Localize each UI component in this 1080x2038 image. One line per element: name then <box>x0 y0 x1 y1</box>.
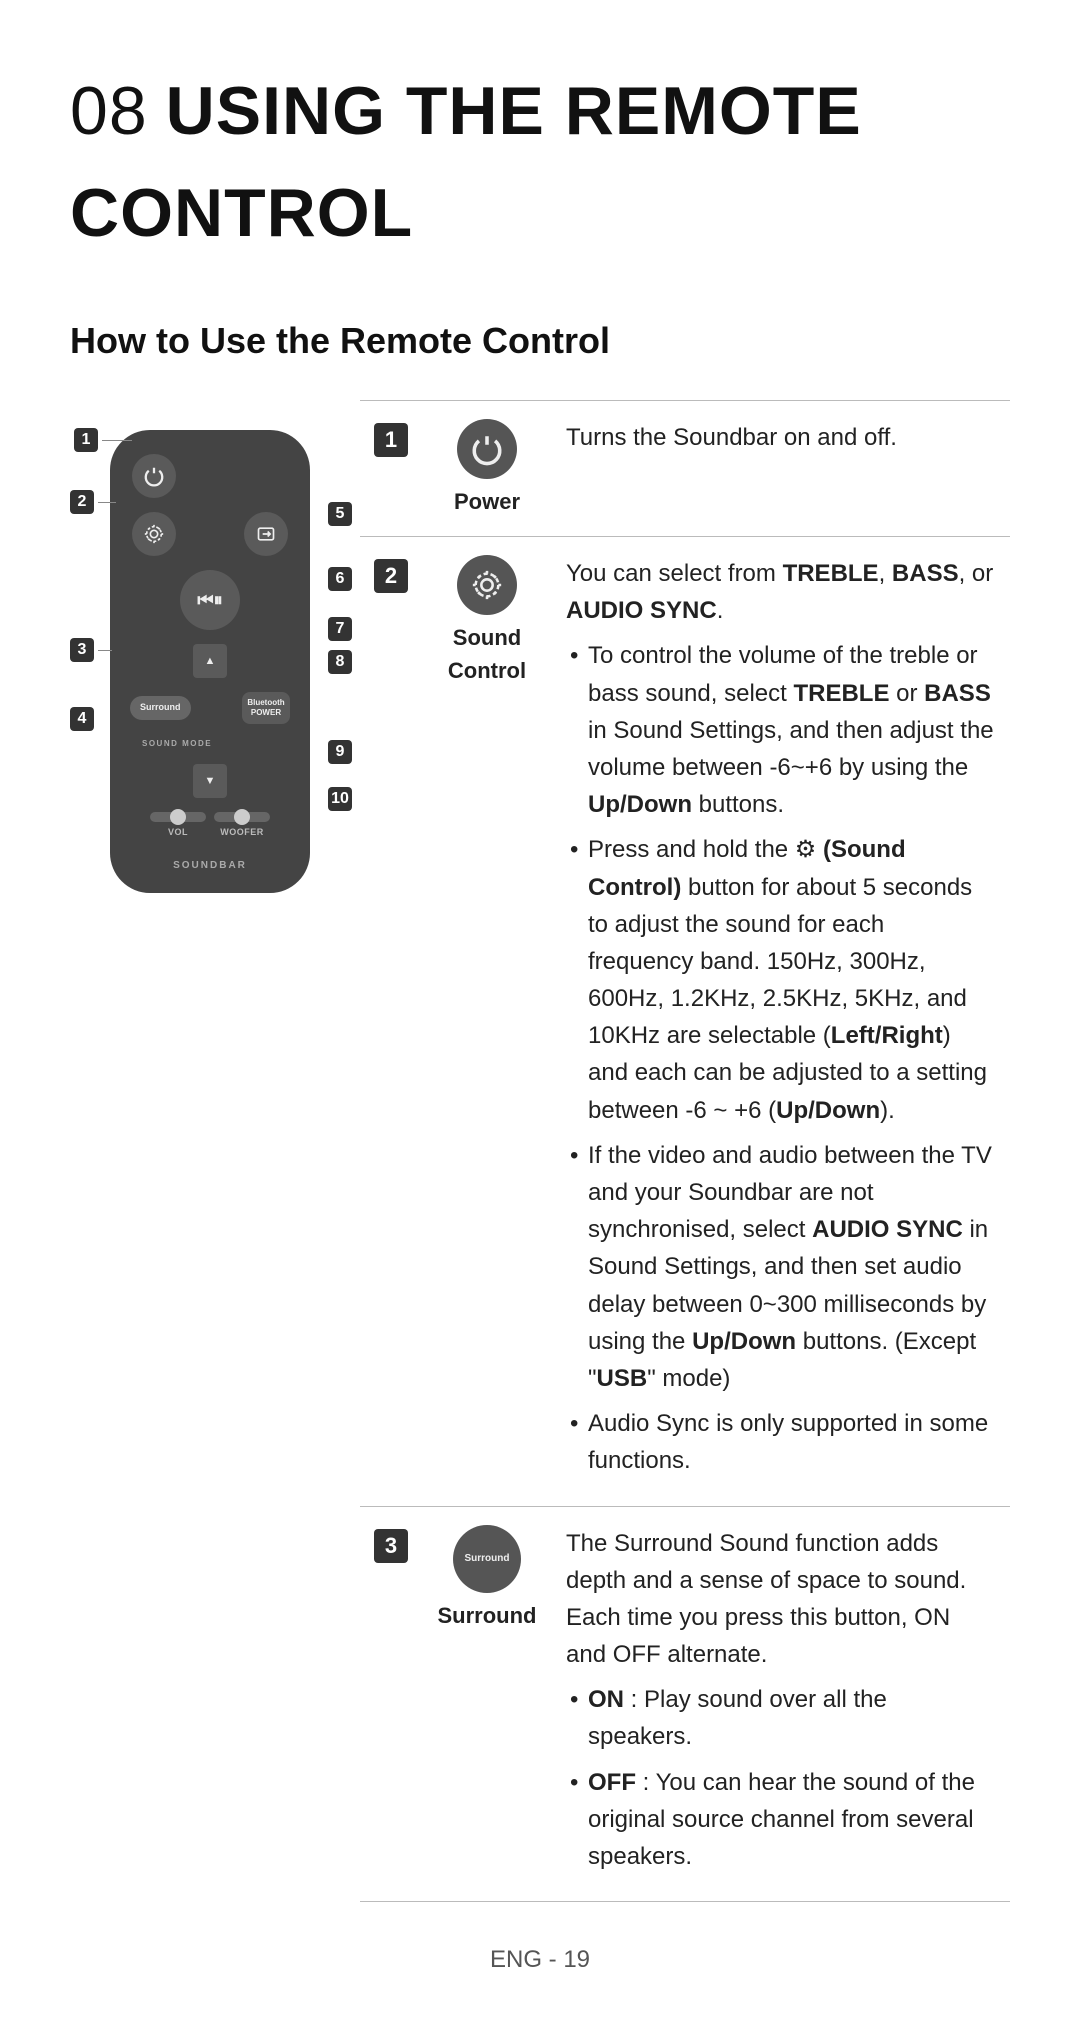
remote-label-3: 3 <box>70 638 112 662</box>
sound-control-button[interactable] <box>132 512 176 556</box>
page-title: 08USING THE REMOTE CONTROL <box>70 60 1010 264</box>
row3-bullet-2: OFF : You can hear the sound of the orig… <box>566 1764 996 1876</box>
remote-label-1: 1 <box>74 428 132 452</box>
power-icon <box>457 419 517 479</box>
row2-bullet-2: Press and hold the ⚙ (Sound Control) but… <box>566 831 996 1129</box>
remote-label-4: 4 <box>70 695 94 734</box>
row2-desc-list: To control the volume of the treble or b… <box>566 637 996 1479</box>
remote-label-6: 6 <box>328 555 352 594</box>
woofer-label: WOOFER <box>220 826 264 840</box>
row3-num-badge: 3 <box>374 1529 408 1563</box>
remote-label-8: 8 <box>328 638 352 677</box>
description-table-col: 1 Power Turns the Soundbar on <box>360 400 1010 1902</box>
row2-num-cell: 2 <box>360 537 422 1507</box>
surround-remote-button[interactable]: Surround <box>130 696 191 720</box>
remote-label-9: 9 <box>328 728 352 767</box>
row1-num-cell: 1 <box>360 401 422 537</box>
row3-bullet-1: ON : Play sound over all the speakers. <box>566 1681 996 1755</box>
row3-desc-cell: The Surround Sound function adds depth a… <box>552 1506 1010 1902</box>
page-footer: ENG - 19 <box>70 1942 1010 1978</box>
power-button[interactable] <box>132 454 176 498</box>
row2-desc-cell: You can select from TREBLE, BASS, or AUD… <box>552 537 1010 1507</box>
row1-desc-text: Turns the Soundbar on and off. <box>566 424 897 451</box>
row3-icon-cell: Surround Surround <box>422 1506 552 1902</box>
bluetooth-power-button[interactable]: BluetoothPOWER <box>242 692 290 724</box>
play-pause-button[interactable]: ⏮⏸ <box>180 570 240 630</box>
sound-mode-label: SOUND MODE <box>128 738 212 750</box>
remote-label-5: 5 <box>328 490 352 529</box>
table-row-power: 1 Power Turns the Soundbar on <box>360 401 1010 537</box>
row3-desc-intro: The Surround Sound function adds depth a… <box>566 1525 996 1674</box>
main-content: ⏮⏸ ▲ Surround BluetoothPOWER <box>70 400 1010 1902</box>
row1-icon-label: Power <box>454 485 520 518</box>
row2-num-badge: 2 <box>374 559 408 593</box>
vol-label: VOL <box>168 826 188 840</box>
vol-woofer-row: VOL WOOFER <box>150 812 270 840</box>
row2-icon-cell: Sound Control <box>422 537 552 1507</box>
row2-desc-intro: You can select from TREBLE, BASS, or AUD… <box>566 555 996 629</box>
remote-body: ⏮⏸ ▲ Surround BluetoothPOWER <box>110 430 310 893</box>
row3-num-cell: 3 <box>360 1506 422 1902</box>
row3-icon-label: Surround <box>438 1599 537 1632</box>
row3-desc-list: ON : Play sound over all the speakers. O… <box>566 1681 996 1875</box>
remote-label-2: 2 <box>70 490 116 514</box>
row2-bullet-3: If the video and audio between the TV an… <box>566 1137 996 1397</box>
table-row-surround: 3 Surround Surround The Surround Sound f… <box>360 1506 1010 1902</box>
row1-num-badge: 1 <box>374 423 408 457</box>
surround-icon: Surround <box>453 1525 521 1593</box>
sound-control-icon <box>457 555 517 615</box>
soundbar-label: SOUNDBAR <box>173 858 247 873</box>
row1-desc-cell: Turns the Soundbar on and off. <box>552 401 1010 537</box>
down-button[interactable]: ▼ <box>193 764 227 798</box>
section-title: How to Use the Remote Control <box>70 314 1010 368</box>
remote-label-10: 10 <box>328 775 352 814</box>
description-table: 1 Power Turns the Soundbar on <box>360 400 1010 1902</box>
row2-bullet-1: To control the volume of the treble or b… <box>566 637 996 823</box>
table-row-sound-control: 2 Sound Control <box>360 537 1010 1507</box>
remote-diagram: ⏮⏸ ▲ Surround BluetoothPOWER <box>70 400 360 913</box>
row2-bullet-4: Audio Sync is only supported in some fun… <box>566 1405 996 1479</box>
source-button[interactable] <box>244 512 288 556</box>
row1-icon-cell: Power <box>422 401 552 537</box>
up-button[interactable]: ▲ <box>193 644 227 678</box>
row2-icon-label: Sound Control <box>436 621 538 687</box>
